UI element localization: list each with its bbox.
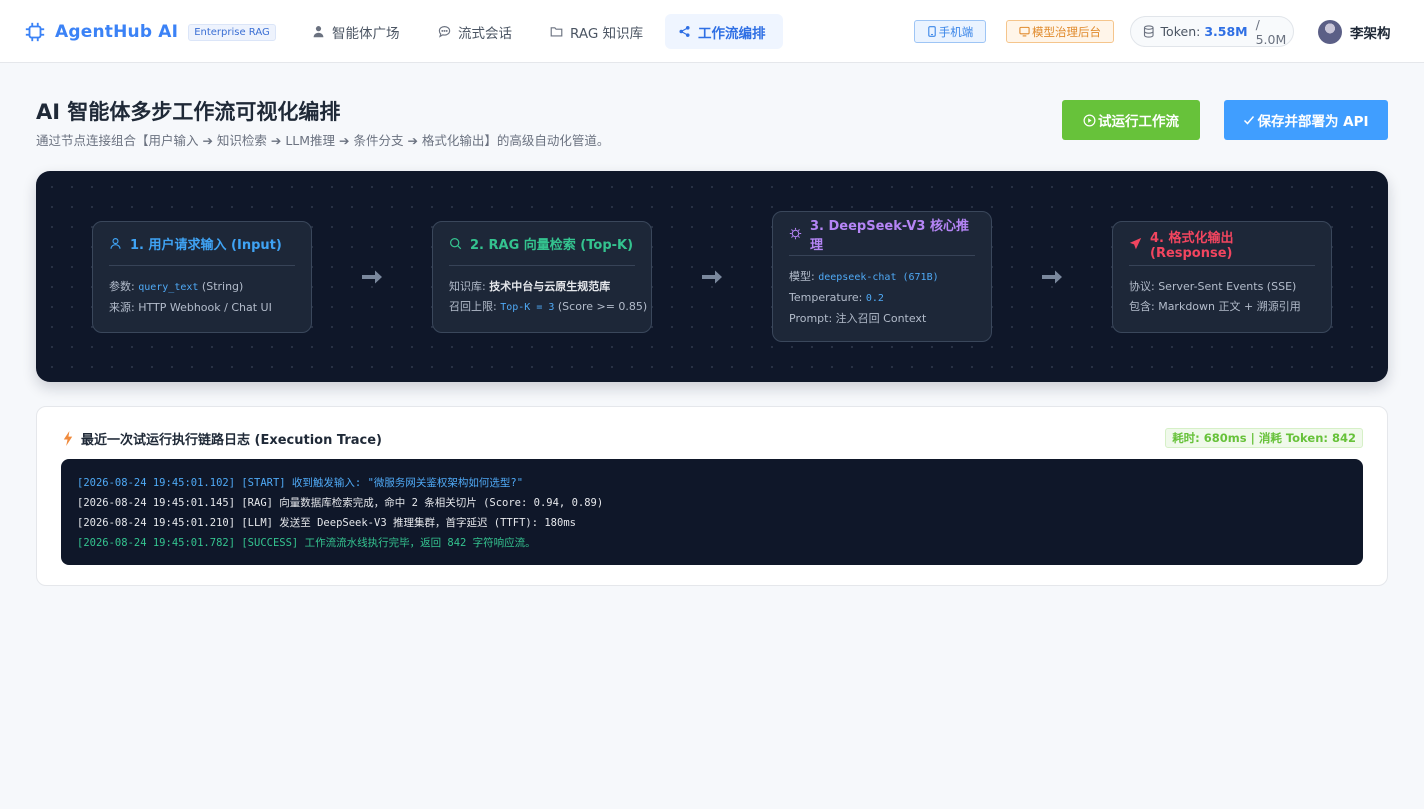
token-used: 3.58M <box>1204 24 1248 39</box>
trace-stats-badge: 耗时: 680ms | 消耗 Token: 842 <box>1165 428 1363 448</box>
log-line: [2026-08-24 19:45:01.782] [SUCCESS] 工作流流… <box>77 537 536 549</box>
node-title: 3. DeepSeek-V3 核心推理 <box>810 218 969 253</box>
nav-item-label: 智能体广场 <box>332 25 400 42</box>
node-header: 4. 格式化输出 (Response) <box>1129 222 1315 266</box>
node-model-line: 模型: deepseek-chat (671B) <box>789 270 939 283</box>
mobile-button[interactable]: 手机端 <box>914 20 986 43</box>
monitor-icon <box>1019 26 1030 37</box>
arrow-right-icon <box>1042 270 1062 284</box>
token-usage: Token: 3.58M / 5.0M <box>1130 16 1294 47</box>
gear-icon <box>789 227 802 240</box>
save-deploy-label: 保存并部署为 API <box>1257 114 1369 130</box>
token-total: / 5.0M <box>1255 16 1287 47</box>
log-line: [2026-08-24 19:45:01.102] [START] 收到触发输入… <box>77 477 524 489</box>
workflow-node-input[interactable]: 1. 用户请求输入 (Input) 参数: query_text (String… <box>92 221 312 333</box>
trace-title: 最近一次试运行执行链路日志 (Execution Trace) <box>63 429 382 448</box>
workflow-node-rag[interactable]: 2. RAG 向量检索 (Top-K) 知识库: 技术中台与云原生规范库 召回上… <box>432 221 652 333</box>
node-prompt-line: Prompt: 注入召回 Context <box>789 312 927 325</box>
brand-name: AgentHub AI <box>55 22 179 42</box>
check-icon <box>1244 116 1255 125</box>
model-admin-label: 模型治理后台 <box>1032 24 1101 39</box>
nav-item-rag-knowledge[interactable]: RAG 知识库 <box>537 14 656 49</box>
page-title: AI 智能体多步工作流可视化编排 <box>36 100 341 124</box>
folder-icon <box>550 27 563 37</box>
user-name: 李架构 <box>1350 25 1391 42</box>
model-admin-button[interactable]: 模型治理后台 <box>1006 20 1114 43</box>
node-body: 模型: deepseek-chat (671B) Temperature: 0.… <box>789 256 975 329</box>
nav-item-workflow[interactable]: 工作流编排 <box>665 14 783 49</box>
chip-icon <box>25 22 45 42</box>
search-icon <box>450 238 462 250</box>
top-navigation-bar: AgentHub AI Enterprise RAG 智能体广场 流式会话 RA… <box>0 0 1424 63</box>
node-body: 协议: Server-Sent Events (SSE) 包含: Markdow… <box>1129 266 1315 317</box>
node-temperature-line: Temperature: 0.2 <box>789 291 884 304</box>
nav-item-label: 流式会话 <box>458 25 512 42</box>
token-label: Token: <box>1160 24 1201 39</box>
page-subtitle: 通过节点连接组合【用户输入 ➔ 知识检索 ➔ LLM推理 ➔ 条件分支 ➔ 格式… <box>36 133 610 148</box>
log-line: [2026-08-24 19:45:01.210] [LLM] 发送至 Deep… <box>77 517 576 529</box>
node-content-line: 包含: Markdown 正文 + 溯源引用 <box>1129 300 1301 313</box>
arrow-right-icon <box>702 270 722 284</box>
workflow-node-output[interactable]: 4. 格式化输出 (Response) 协议: Server-Sent Even… <box>1112 221 1332 333</box>
node-header: 3. DeepSeek-V3 核心推理 <box>789 212 975 256</box>
node-kb-line: 知识库: 技术中台与云原生规范库 <box>449 280 611 293</box>
arrow-right-icon <box>362 270 382 284</box>
log-line: [2026-08-24 19:45:01.145] [RAG] 向量数据库检索完… <box>77 497 604 509</box>
user-icon <box>110 238 121 249</box>
node-header: 2. RAG 向量检索 (Top-K) <box>449 222 635 266</box>
phone-icon <box>927 26 936 37</box>
save-deploy-button[interactable]: 保存并部署为 API <box>1224 100 1388 140</box>
node-body: 知识库: 技术中台与云原生规范库 召回上限: Top-K = 3 (Score … <box>449 266 648 318</box>
share-icon <box>679 26 690 37</box>
node-param-line: 参数: query_text (String) <box>109 280 244 293</box>
node-source-line: 来源: HTTP Webhook / Chat UI <box>109 301 272 314</box>
user-menu[interactable]: 李架构 <box>1318 19 1391 44</box>
trace-title-text: 最近一次试运行执行链路日志 (Execution Trace) <box>81 433 382 448</box>
node-title: 4. 格式化输出 (Response) <box>1150 230 1234 261</box>
node-body: 参数: query_text (String) 来源: HTTP Webhook… <box>109 266 295 318</box>
node-protocol-line: 协议: Server-Sent Events (SSE) <box>1129 280 1297 293</box>
brand-tag: Enterprise RAG <box>188 23 276 41</box>
send-icon <box>1129 237 1142 250</box>
node-topk-line: 召回上限: Top-K = 3 (Score >= 0.85) <box>449 300 648 313</box>
execution-trace-panel: 最近一次试运行执行链路日志 (Execution Trace) 耗时: 680m… <box>36 406 1388 586</box>
chat-icon <box>438 26 451 38</box>
nav-item-label: 工作流编排 <box>698 25 766 42</box>
mobile-label: 手机端 <box>938 24 974 39</box>
nav-item-agent-square[interactable]: 智能体广场 <box>299 14 413 49</box>
play-circle-icon <box>1083 114 1096 126</box>
node-title: 2. RAG 向量检索 (Top-K) <box>470 238 634 253</box>
lightning-icon <box>63 431 73 446</box>
run-workflow-button[interactable]: 试运行工作流 <box>1062 100 1200 140</box>
log-console[interactable]: [2026-08-24 19:45:01.102] [START] 收到触发输入… <box>61 459 1363 565</box>
node-title: 1. 用户请求输入 (Input) <box>130 238 282 253</box>
workflow-canvas[interactable]: 1. 用户请求输入 (Input) 参数: query_text (String… <box>36 171 1388 382</box>
run-workflow-label: 试运行工作流 <box>1098 114 1179 130</box>
nav-item-label: RAG 知识库 <box>570 25 644 42</box>
database-icon <box>1143 25 1154 38</box>
user-icon <box>313 26 324 38</box>
node-header: 1. 用户请求输入 (Input) <box>109 222 295 266</box>
workflow-node-llm[interactable]: 3. DeepSeek-V3 核心推理 模型: deepseek-chat (6… <box>772 211 992 342</box>
nav-item-stream-chat[interactable]: 流式会话 <box>425 14 525 49</box>
avatar <box>1318 19 1342 44</box>
brand[interactable]: AgentHub AI Enterprise RAG <box>24 18 276 46</box>
